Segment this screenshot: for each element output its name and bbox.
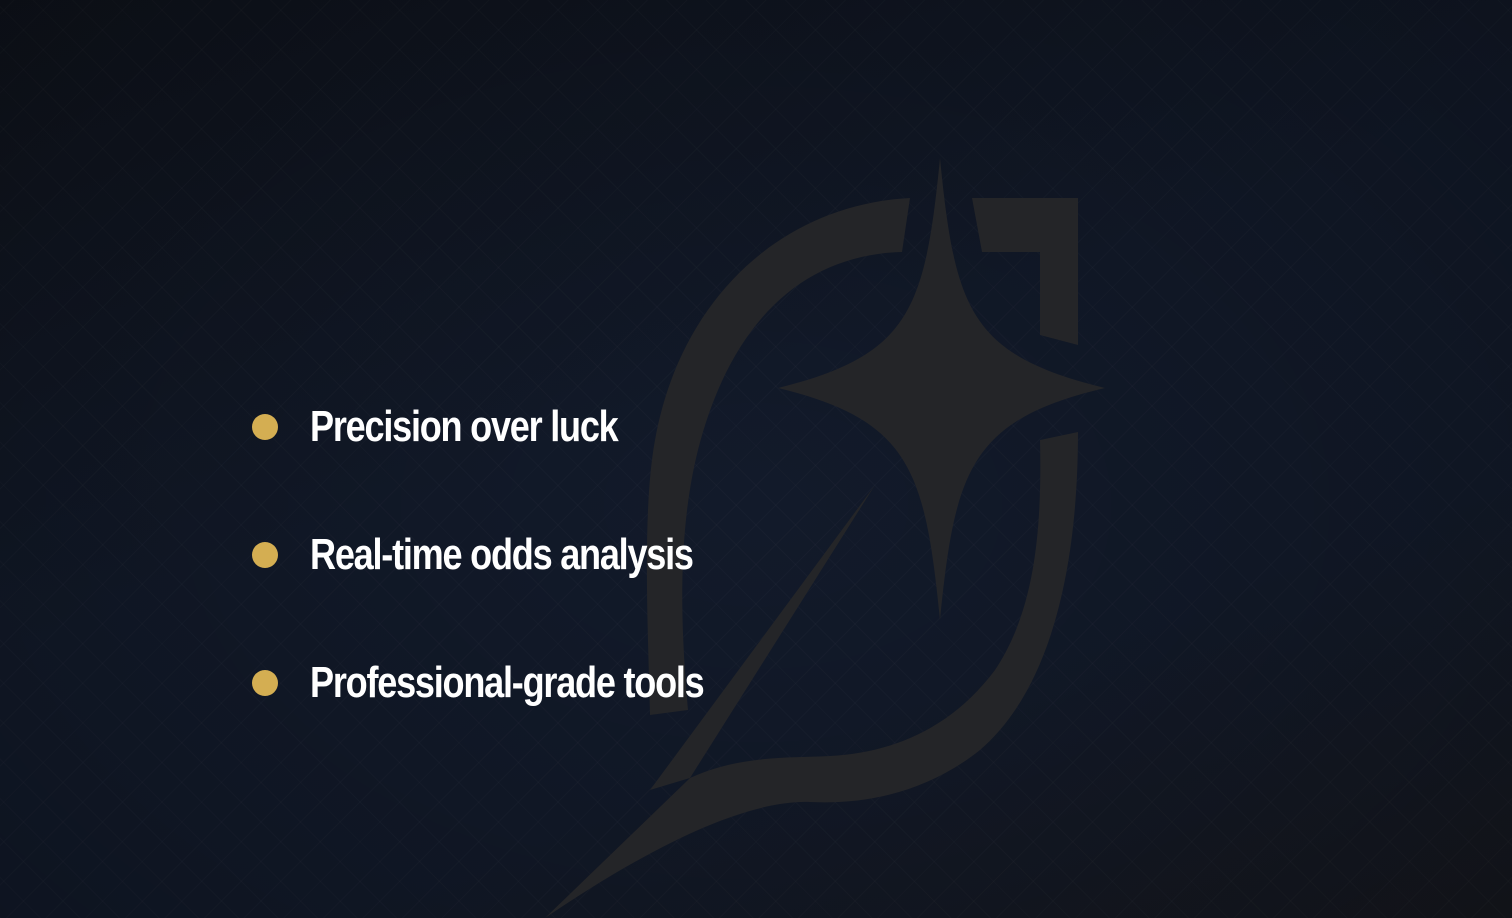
bullet-dot-icon	[252, 414, 278, 440]
feature-item: Professional-grade tools	[252, 651, 790, 715]
bullet-dot-icon	[252, 670, 278, 696]
feature-label: Professional-grade tools	[310, 658, 705, 707]
feature-label: Real-time odds analysis	[310, 530, 694, 579]
bullet-dot-icon	[252, 542, 278, 568]
feature-label: Precision over luck	[310, 402, 619, 451]
feature-item: Real-time odds analysis	[252, 523, 790, 587]
feature-list: Precision over luck Real-time odds analy…	[252, 395, 790, 779]
feature-item: Precision over luck	[252, 395, 790, 459]
